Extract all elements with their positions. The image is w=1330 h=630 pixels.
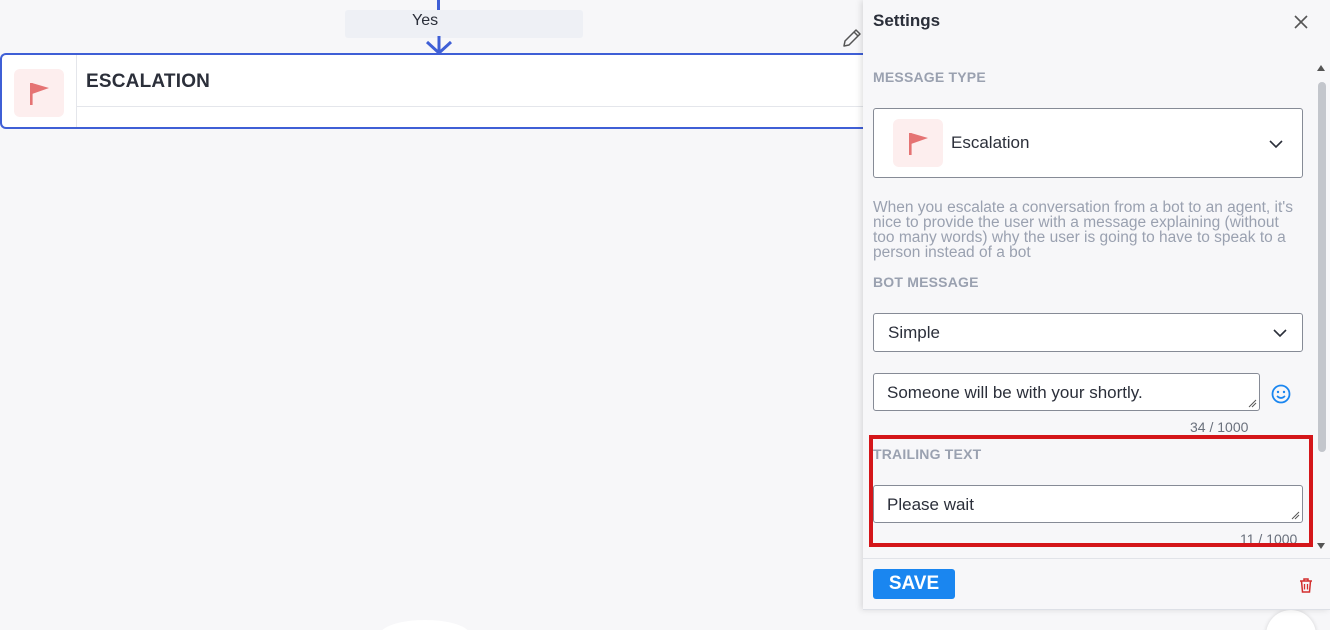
settings-panel: Settings MESSAGE TYPE Escalation When yo… — [863, 0, 1330, 610]
chevron-down-icon — [1273, 329, 1287, 338]
escalation-node[interactable]: ESCALATION — [0, 53, 882, 129]
message-type-label: MESSAGE TYPE — [873, 69, 986, 85]
edge-label-background — [345, 10, 583, 38]
resize-handle-icon[interactable] — [1248, 399, 1257, 408]
message-type-value: Escalation — [951, 133, 1030, 152]
trash-icon[interactable] — [1297, 576, 1315, 594]
scroll-up-icon[interactable] — [1316, 64, 1326, 72]
emoji-icon[interactable] — [1270, 383, 1292, 405]
scrollbar-thumb[interactable] — [1318, 82, 1326, 452]
edge-label: Yes — [412, 12, 439, 29]
chevron-down-icon — [1269, 140, 1283, 149]
bot-message-type-select[interactable]: Simple — [873, 313, 1303, 352]
bot-message-text: Someone will be with your shortly. — [887, 383, 1143, 402]
close-icon[interactable] — [1291, 12, 1311, 32]
node-icon — [14, 69, 64, 117]
scroll-down-icon[interactable] — [1316, 542, 1326, 550]
connector-line — [437, 0, 440, 10]
flag-icon — [30, 83, 49, 105]
highlight-annotation — [869, 435, 1313, 547]
message-type-icon — [893, 119, 943, 167]
bot-message-textarea[interactable]: Someone will be with your shortly. — [873, 373, 1260, 411]
node-divider — [76, 55, 77, 127]
panel-title: Settings — [873, 11, 941, 30]
flag-icon — [909, 133, 928, 155]
save-button[interactable]: SAVE — [873, 569, 955, 599]
node-title: ESCALATION — [86, 71, 211, 92]
footer-divider — [863, 558, 1330, 559]
bot-message-label: BOT MESSAGE — [873, 274, 979, 290]
node-divider — [77, 106, 882, 107]
bot-message-counter: 34 / 1000 — [1190, 419, 1249, 435]
bot-message-type-value: Simple — [888, 323, 940, 342]
zoom-button[interactable] — [1266, 610, 1316, 630]
message-type-select[interactable]: Escalation — [873, 108, 1303, 178]
help-text: When you escalate a conversation from a … — [873, 199, 1293, 261]
edit-pencil-icon[interactable] — [840, 26, 864, 50]
canvas-control[interactable] — [380, 620, 470, 630]
